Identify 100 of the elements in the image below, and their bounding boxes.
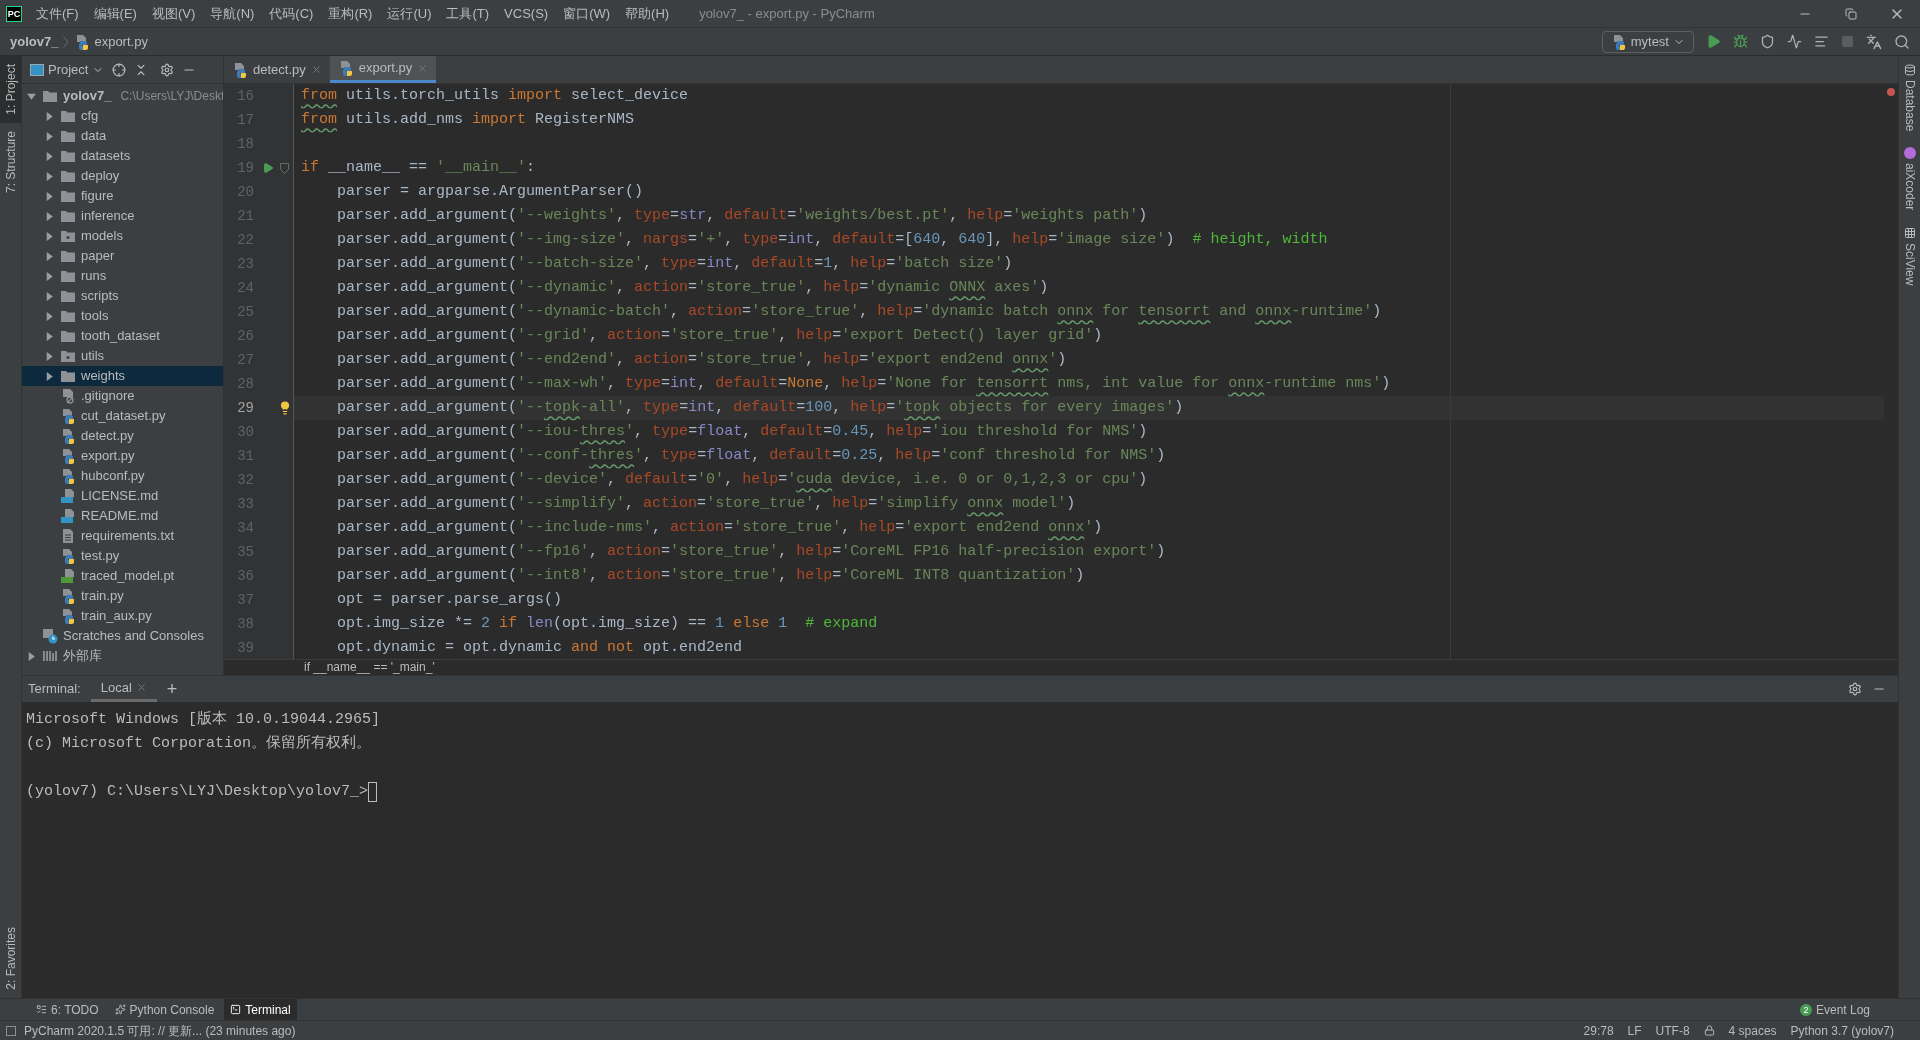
expand-arrow-icon[interactable] [44,130,55,142]
tree-item[interactable]: data [22,126,223,146]
code-line: if __name__ == '__main__': [301,158,536,178]
tree-item[interactable]: train_aux.py [22,606,223,626]
profile-icon[interactable] [1787,34,1802,49]
tree-item[interactable]: hubconf.py [22,466,223,486]
expand-arrow-icon[interactable] [44,330,55,342]
tool-window-button[interactable]: Terminal [224,998,297,1021]
tree-item[interactable]: utils [22,346,223,366]
tree-item[interactable]: 外部库 [22,646,223,666]
expand-arrow-icon[interactable] [44,150,55,162]
tool-window-button[interactable]: Python Console [108,998,221,1021]
menu-item[interactable]: 重构(R) [328,3,373,24]
lock-icon[interactable] [1703,1025,1715,1036]
lightbulb-icon[interactable] [278,401,292,415]
run-icon[interactable] [262,162,274,174]
close-icon[interactable] [135,682,147,693]
fold-icon[interactable] [280,162,289,174]
tool-window-tab[interactable]: aiXcoder [1899,139,1920,219]
menu-item[interactable]: 运行(U) [387,3,432,24]
tree-item[interactable]: cut_dataset.py [22,406,223,426]
tree-item[interactable]: scripts [22,286,223,306]
coverage-icon[interactable] [1760,34,1775,49]
expand-arrow-icon[interactable] [44,350,55,362]
tool-window-tab[interactable]: Database [1899,56,1920,140]
settings-icon[interactable] [160,62,175,77]
status-item[interactable]: 29:78 [1583,1021,1614,1040]
tree-item[interactable]: deploy [22,166,223,186]
menu-item[interactable]: 代码(C) [269,3,314,24]
tree-item[interactable]: README.md [22,506,223,526]
tree-item[interactable]: test.py [22,546,223,566]
menu-item[interactable]: 导航(N) [210,3,255,24]
expand-arrow-icon[interactable] [44,270,55,282]
debug-icon[interactable] [1733,34,1748,49]
tool-window-tab[interactable]: 7: Structure [0,122,21,201]
tool-window-button[interactable]: 6: TODO [30,998,105,1021]
tree-item[interactable]: .gitignore [22,386,223,406]
code-line: parser.add_argument('--weights', type=str, default='weights/best.pt', help='weights path') [336,206,1148,226]
tree-item[interactable]: LICENSE.md [22,486,223,506]
menu-item[interactable]: 工具(T) [446,3,490,24]
breadcrumb[interactable]: export.py [74,31,148,52]
editor-tab[interactable]: detect.py [224,56,330,83]
menu-item[interactable]: 文件(F) [36,3,79,24]
menu-item[interactable]: 编辑(E) [93,3,137,24]
tool-window-tab[interactable]: SciView [1899,218,1920,294]
run-icon[interactable] [1706,34,1721,49]
search-icon[interactable] [1894,33,1910,50]
tree-item[interactable]: train.py [22,586,223,606]
project-view-dropdown[interactable]: Project [30,59,105,80]
tree-item[interactable]: export.py [22,446,223,466]
tool-window-tab[interactable]: 2: Favorites [0,919,21,998]
panel-toggle-icon[interactable] [6,1025,16,1036]
tree-item[interactable]: requirements.txt [22,526,223,546]
breadcrumb[interactable]: yolov7_ [10,31,59,52]
menu-item[interactable]: 帮助(H) [625,3,670,24]
terminal-tab[interactable]: Local [90,676,157,702]
tool-window-tab[interactable]: 1: Project [0,56,21,123]
expand-arrow-icon[interactable] [44,250,55,262]
menu-item[interactable]: VCS(S) [504,3,549,24]
tree-item[interactable]: paper [22,246,223,266]
settings-icon[interactable] [1848,682,1862,696]
error-indicator-icon[interactable] [1887,88,1895,96]
status-item[interactable]: LF [1627,1021,1642,1040]
expand-arrow-icon[interactable] [44,370,55,382]
tree-item[interactable]: tools [22,306,223,326]
status-item[interactable]: 4 spaces [1728,1021,1777,1040]
expand-arrow-icon[interactable] [44,210,55,222]
status-item[interactable]: Python 3.7 (yolov7) [1790,1021,1894,1040]
expand-arrow-icon[interactable] [44,230,55,242]
tree-item[interactable]: Scratches and Consoles [22,626,223,646]
tree-item[interactable]: traced_model.pt [22,566,223,586]
tree-item[interactable]: cfg [22,106,223,126]
editor-tab[interactable]: export.py [329,56,437,83]
editor-breadcrumb[interactable]: if __name__ == '_main_' [224,659,1898,675]
tree-item[interactable]: tooth_dataset [22,326,223,346]
expand-arrow-icon[interactable] [44,310,55,322]
expand-arrow-icon[interactable] [44,110,55,122]
expand-arrow-icon[interactable] [44,190,55,202]
translate-icon[interactable] [1866,33,1882,50]
tree-item[interactable]: datasets [22,146,223,166]
folder-icon [42,89,58,103]
menu-item[interactable]: 窗口(W) [563,3,611,24]
menu-item[interactable]: 视图(V) [151,3,196,24]
tree-item[interactable]: models [22,226,223,246]
concurrency-icon[interactable] [1814,34,1829,49]
tree-item[interactable]: weights [22,366,223,386]
expand-arrow-icon[interactable] [44,290,55,302]
tree-item[interactable]: runs [22,266,223,286]
expand-arrow-icon[interactable] [44,170,55,182]
event-log-button[interactable]: 2 Event Log [1799,1000,1870,1019]
status-item[interactable]: UTF-8 [1655,1021,1690,1040]
locate-icon[interactable] [112,62,127,77]
tree-item[interactable]: detect.py [22,426,223,446]
new-tab-button[interactable]: + [166,680,178,698]
terminal-line: (c) Microsoft Corporation。保留所有权利。 [26,733,373,754]
tree-item[interactable]: inference [22,206,223,226]
tree-item[interactable]: figure [22,186,223,206]
run-config-dropdown[interactable]: mytest [1601,30,1694,53]
close-icon[interactable] [310,64,322,75]
expand-arrow-icon[interactable] [26,650,37,662]
